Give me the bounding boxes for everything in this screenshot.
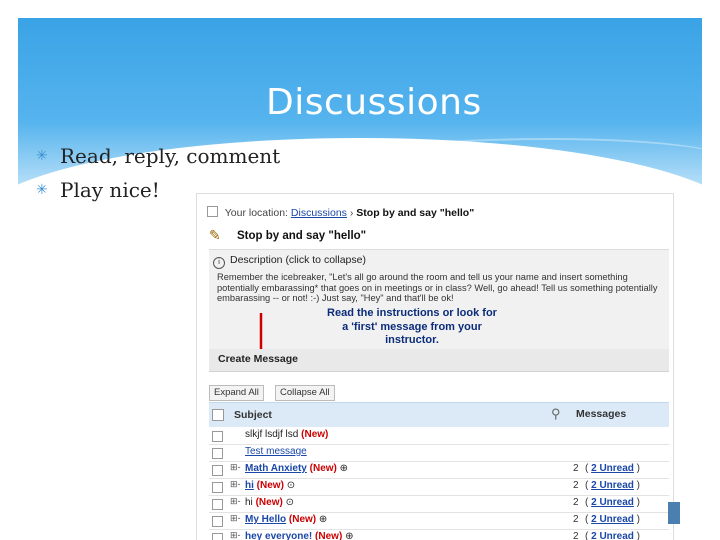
create-message-bar: Create Message: [209, 349, 669, 372]
row-checkbox[interactable]: [212, 516, 223, 527]
topic-icon: ✎: [209, 227, 221, 243]
breadcrumb-label: Your location:: [224, 207, 288, 219]
description-label: Description (click to collapse): [230, 254, 366, 266]
row-checkbox[interactable]: [212, 499, 223, 510]
unread-text[interactable]: 2 Unread: [591, 463, 634, 474]
unread-link[interactable]: ( 2 Unread ): [585, 497, 640, 508]
topic-title: Stop by and say "hello": [237, 230, 367, 242]
description-toggle[interactable]: i Description (click to collapse): [213, 254, 366, 269]
message-count: 2: [573, 531, 579, 540]
info-icon: i: [213, 257, 225, 269]
row-subject[interactable]: hey everyone!: [245, 531, 312, 540]
star-bullet-icon: ✳: [36, 148, 48, 164]
attachment-icon: ⊕: [345, 531, 354, 540]
unread-link[interactable]: ( 2 Unread ): [585, 514, 640, 525]
message-count: 2: [573, 480, 579, 491]
row-checkbox[interactable]: [212, 431, 223, 442]
star-bullet-icon: ✳: [36, 182, 48, 198]
new-badge: (New): [256, 480, 284, 491]
row-subject[interactable]: slkjf lsdjf lsd: [245, 429, 298, 440]
row-subject[interactable]: Test message: [245, 446, 307, 457]
breadcrumb: Your location: Discussions › Stop by and…: [207, 206, 474, 220]
expand-toggle-icon[interactable]: ⊞-: [230, 479, 241, 490]
decorative-wave: [278, 138, 702, 200]
table-row: ⊞- hi (New) ⊙ 2 ( 2 Unread ): [209, 495, 669, 513]
row-checkbox[interactable]: [212, 533, 223, 540]
new-badge: (New): [309, 463, 337, 474]
discussion-screenshot: Your location: Discussions › Stop by and…: [197, 194, 673, 540]
select-all-checkbox[interactable]: [212, 409, 224, 421]
row-checkbox[interactable]: [212, 465, 223, 476]
instruction-callout: Read the instructions or look for a 'fir…: [327, 307, 497, 346]
message-count: 2: [573, 514, 579, 525]
row-checkbox[interactable]: [212, 482, 223, 493]
expand-toggle-icon[interactable]: ⊞-: [230, 530, 241, 540]
table-row: ⊞- hi (New) ⊙ 2 ( 2 Unread ): [209, 478, 669, 496]
column-messages[interactable]: Messages: [576, 408, 626, 420]
bullet-item: ✳ Read, reply, comment: [36, 142, 280, 176]
message-count: 2: [573, 463, 579, 474]
slide-title: Discussions: [266, 82, 482, 123]
table-row: ⊞- My Hello (New) ⊕ 2 ( 2 Unread ): [209, 512, 669, 530]
attachment-icon: ⊕: [339, 463, 349, 474]
description-text: Remember the icebreaker, "Let's all go a…: [217, 272, 658, 303]
attachment-icon: ⊙: [285, 497, 294, 508]
attachment-icon: ⊕: [318, 514, 328, 525]
unread-text[interactable]: 2 Unread: [591, 480, 634, 491]
column-subject[interactable]: Subject: [234, 409, 272, 421]
unread-link[interactable]: ( 2 Unread ): [585, 463, 640, 474]
row-subject[interactable]: hi: [245, 497, 253, 508]
table-row: Test message: [209, 444, 669, 462]
unread-link[interactable]: ( 2 Unread ): [585, 480, 640, 491]
expand-toggle-icon[interactable]: ⊞-: [230, 462, 241, 473]
paperclip-icon: ⚲: [551, 406, 561, 421]
create-message-button[interactable]: Create Message: [218, 353, 298, 365]
row-subject[interactable]: My Hello: [245, 514, 286, 525]
message-count: 2: [573, 497, 579, 508]
attachment-icon: ⊙: [286, 480, 296, 491]
expand-toggle-icon[interactable]: ⊞-: [230, 496, 241, 507]
new-badge: (New): [315, 531, 343, 540]
breadcrumb-link[interactable]: Discussions: [291, 207, 347, 219]
bullet-text: Read, reply, comment: [60, 144, 281, 168]
table-row: ⊞- hey everyone! (New) ⊕ 2 ( 2 Unread ): [209, 529, 669, 540]
unread-text[interactable]: 2 Unread: [591, 531, 634, 540]
table-header: Subject ⚲ Messages: [209, 402, 669, 427]
expand-toggle-icon[interactable]: ⊞-: [230, 513, 241, 524]
side-tab[interactable]: [668, 502, 680, 524]
row-checkbox[interactable]: [212, 448, 223, 459]
table-row: slkjf lsdjf lsd (New): [209, 427, 669, 445]
unread-text[interactable]: 2 Unread: [591, 497, 634, 508]
breadcrumb-separator: ›: [349, 207, 354, 219]
bullet-text: Play nice!: [60, 178, 160, 202]
new-badge: (New): [301, 429, 329, 440]
breadcrumb-current: Stop by and say "hello": [356, 207, 475, 219]
row-subject[interactable]: hi: [245, 480, 254, 491]
row-subject[interactable]: Math Anxiety: [245, 463, 307, 474]
new-badge: (New): [255, 497, 283, 508]
collapse-all-button[interactable]: Collapse All: [275, 385, 335, 401]
table-row: ⊞- Math Anxiety (New) ⊕ 2 ( 2 Unread ): [209, 461, 669, 479]
new-badge: (New): [288, 514, 317, 525]
expand-all-button[interactable]: Expand All: [209, 385, 264, 401]
unread-text[interactable]: 2 Unread: [591, 514, 634, 525]
checkbox-icon: [207, 206, 218, 217]
unread-link[interactable]: ( 2 Unread ): [585, 531, 640, 540]
